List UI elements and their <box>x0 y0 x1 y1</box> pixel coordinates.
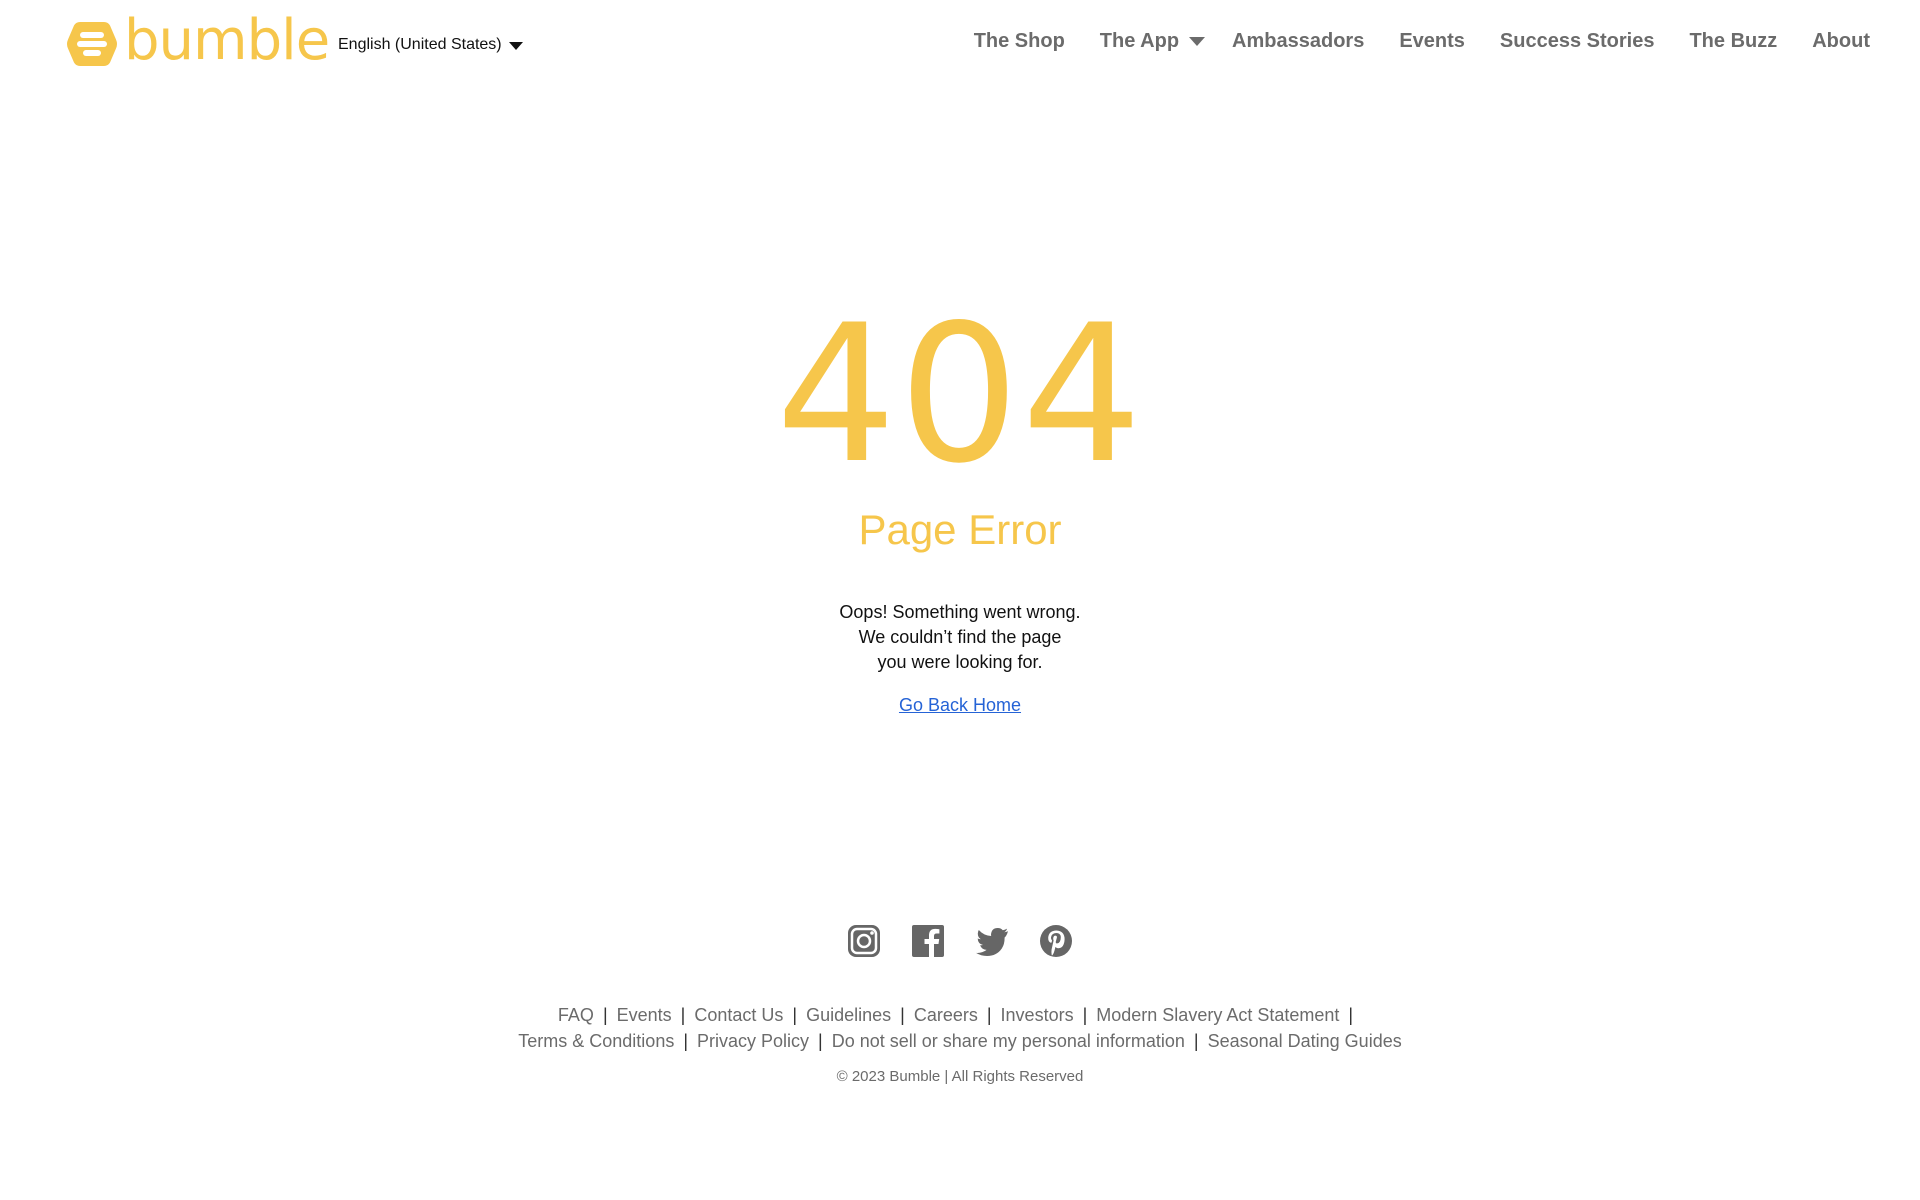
social-links <box>0 924 1920 958</box>
twitter-link[interactable] <box>975 924 1009 958</box>
nav-about[interactable]: About <box>1812 30 1870 53</box>
copyright: © 2023 Bumble | All Rights Reserved <box>836 1068 1084 1085</box>
footer-separator: | <box>1348 1005 1354 1025</box>
chevron-down-icon <box>508 42 523 50</box>
footer-link-privacy-policy[interactable]: Privacy Policy <box>697 1031 809 1051</box>
chevron-down-icon[interactable] <box>1189 37 1206 46</box>
bumble-hexagon-icon <box>67 22 117 66</box>
language-label: English (United States) <box>338 36 502 53</box>
footer-separator: | <box>900 1005 905 1025</box>
error-section: 404 Page Error Oops! Something went wron… <box>0 300 1920 716</box>
footer-link-seasonal-guides[interactable]: Seasonal Dating Guides <box>1208 1031 1402 1051</box>
footer-link-terms[interactable]: Terms & Conditions <box>518 1031 674 1051</box>
nav-label: About <box>1812 30 1870 52</box>
footer-row-1: FAQ | Events | Contact Us | Guidelines | Careers… <box>0 1002 1920 1028</box>
error-message-line: you were looking for. <box>877 652 1043 672</box>
error-code: 404 <box>775 284 1145 505</box>
nav-label: The Buzz <box>1689 30 1778 52</box>
nav-success-stories[interactable]: Success Stories <box>1500 30 1655 53</box>
footer-links: FAQ | Events | Contact Us | Guidelines | Careers… <box>0 1002 1920 1054</box>
nav-label: The Shop <box>973 30 1065 52</box>
footer-separator: | <box>602 1005 608 1025</box>
footer-link-faq[interactable]: FAQ <box>558 1005 594 1025</box>
twitter-icon <box>976 928 1008 956</box>
language-selector[interactable]: English (United States) <box>338 36 523 54</box>
facebook-link[interactable] <box>911 924 945 958</box>
footer-separator: | <box>1082 1005 1088 1025</box>
go-back-home-link[interactable]: Go Back Home <box>899 695 1021 716</box>
footer-link-guidelines[interactable]: Guidelines <box>806 1005 891 1025</box>
nav-label: Events <box>1399 30 1465 52</box>
footer-separator: | <box>986 1005 992 1025</box>
nav-the-app[interactable]: The App <box>1099 30 1206 53</box>
footer-link-investors[interactable]: Investors <box>1001 1005 1074 1025</box>
error-message-line: We couldn’t find the page <box>858 627 1062 647</box>
bumble-logo[interactable]: bumble <box>66 8 330 73</box>
footer-separator: | <box>818 1031 823 1051</box>
pinterest-link[interactable] <box>1039 924 1073 958</box>
footer-link-do-not-sell[interactable]: Do not sell or share my personal informa… <box>832 1031 1185 1051</box>
footer-separator: | <box>792 1005 798 1025</box>
footer-row-2: Terms & Conditions | Privacy Policy | Do not… <box>0 1028 1920 1054</box>
footer-separator: | <box>680 1005 686 1025</box>
instagram-icon <box>848 925 880 957</box>
pinterest-icon <box>1040 925 1072 957</box>
nav-label: Ambassadors <box>1232 30 1365 52</box>
nav-the-shop[interactable]: The Shop <box>974 30 1065 53</box>
error-message: Oops! Something went wrong. We couldn’t … <box>800 600 1120 675</box>
footer-separator: | <box>683 1031 689 1051</box>
site-header: bumble English (United States) The Shop … <box>0 0 1920 100</box>
footer-link-careers[interactable]: Careers <box>914 1005 978 1025</box>
footer-link-modern-slavery[interactable]: Modern Slavery Act Statement <box>1096 1005 1339 1025</box>
nav-label: The App <box>1099 30 1180 52</box>
nav-label: Success Stories <box>1499 30 1655 52</box>
footer-link-events[interactable]: Events <box>617 1005 672 1025</box>
brand-wordmark: bumble <box>124 8 330 73</box>
nav-ambassadors[interactable]: Ambassadors <box>1232 30 1364 53</box>
facebook-icon <box>912 925 944 957</box>
instagram-link[interactable] <box>847 924 881 958</box>
main-nav: The Shop The App Ambassadors Events Succ… <box>974 30 1870 53</box>
error-title: Page Error <box>858 506 1062 553</box>
nav-events[interactable]: Events <box>1399 30 1465 53</box>
nav-the-buzz[interactable]: The Buzz <box>1689 30 1777 53</box>
error-message-line: Oops! Something went wrong. <box>839 602 1081 622</box>
footer-link-contact-us[interactable]: Contact Us <box>694 1005 783 1025</box>
footer-separator: | <box>1193 1031 1199 1051</box>
